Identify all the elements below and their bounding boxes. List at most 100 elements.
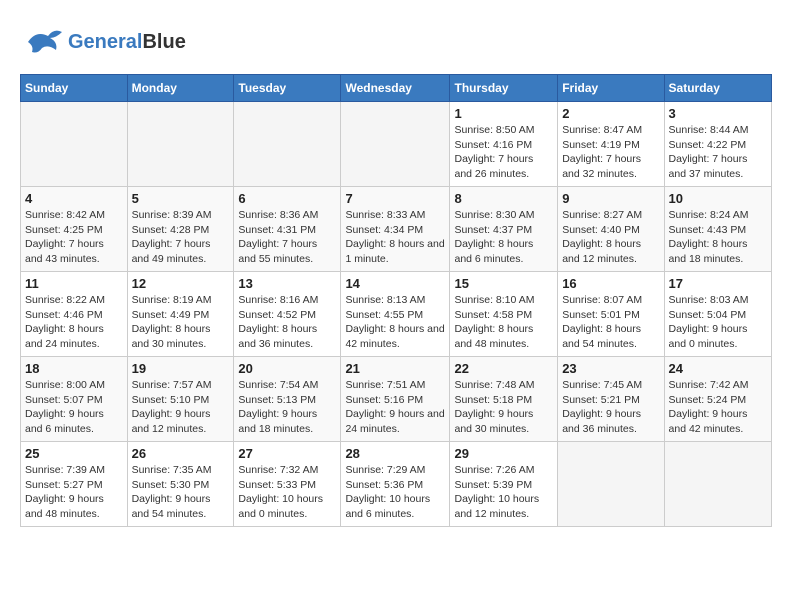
day-number: 5 [132,191,230,206]
day-info: Sunrise: 8:19 AMSunset: 4:49 PMDaylight:… [132,293,230,352]
calendar-cell: 4 Sunrise: 8:42 AMSunset: 4:25 PMDaylight… [21,187,128,272]
day-info: Sunrise: 7:45 AMSunset: 5:21 PMDaylight:… [562,378,659,437]
day-info: Sunrise: 7:39 AMSunset: 5:27 PMDaylight:… [25,463,123,522]
day-info: Sunrise: 7:42 AMSunset: 5:24 PMDaylight:… [669,378,767,437]
calendar-week-3: 11 Sunrise: 8:22 AMSunset: 4:46 PMDayligh… [21,272,772,357]
day-number: 10 [669,191,767,206]
logo-text-block: GeneralBlue [68,31,186,53]
day-number: 14 [345,276,445,291]
day-number: 24 [669,361,767,376]
day-number: 7 [345,191,445,206]
calendar-cell: 1Sunrise: 8:50 AMSunset: 4:16 PMDaylight… [450,102,558,187]
day-info: Sunrise: 8:30 AMSunset: 4:37 PMDaylight:… [454,208,553,267]
day-number: 4 [25,191,123,206]
weekday-header-monday: Monday [127,75,234,102]
calendar-cell: 24 Sunrise: 7:42 AMSunset: 5:24 PMDayligh… [664,357,771,442]
day-number: 26 [132,446,230,461]
calendar-table: SundayMondayTuesdayWednesdayThursdayFrid… [20,74,772,527]
calendar-week-4: 18 Sunrise: 8:00 AMSunset: 5:07 PMDayligh… [21,357,772,442]
weekday-header-sunday: Sunday [21,75,128,102]
day-info: Sunrise: 7:51 AMSunset: 5:16 PMDaylight:… [345,378,445,437]
logo-general: GeneralBlue [68,31,186,53]
day-number: 8 [454,191,553,206]
weekday-header-thursday: Thursday [450,75,558,102]
day-info: Sunrise: 8:44 AMSunset: 4:22 PMDaylight:… [669,123,767,182]
day-info: Sunrise: 8:13 AMSunset: 4:55 PMDaylight:… [345,293,445,352]
calendar-cell: 19Sunrise: 7:57 AMSunset: 5:10 PMDayligh… [127,357,234,442]
day-number: 28 [345,446,445,461]
day-number: 11 [25,276,123,291]
calendar-cell: 26 Sunrise: 7:35 AMSunset: 5:30 PMDayligh… [127,442,234,527]
day-info: Sunrise: 7:54 AMSunset: 5:13 PMDaylight:… [238,378,336,437]
weekday-header-saturday: Saturday [664,75,771,102]
day-number: 13 [238,276,336,291]
day-info: Sunrise: 8:50 AMSunset: 4:16 PMDaylight:… [454,123,553,182]
calendar-cell: 15 Sunrise: 8:10 AMSunset: 4:58 PMDayligh… [450,272,558,357]
day-info: Sunrise: 8:07 AMSunset: 5:01 PMDaylight:… [562,293,659,352]
calendar-cell: 18 Sunrise: 8:00 AMSunset: 5:07 PMDayligh… [21,357,128,442]
day-info: Sunrise: 8:10 AMSunset: 4:58 PMDaylight:… [454,293,553,352]
day-info: Sunrise: 7:35 AMSunset: 5:30 PMDaylight:… [132,463,230,522]
weekday-header-tuesday: Tuesday [234,75,341,102]
day-number: 23 [562,361,659,376]
page-header: GeneralBlue [20,20,772,64]
day-info: Sunrise: 8:39 AMSunset: 4:28 PMDaylight:… [132,208,230,267]
day-number: 22 [454,361,553,376]
calendar-cell: 17 Sunrise: 8:03 AMSunset: 5:04 PMDayligh… [664,272,771,357]
calendar-cell [234,102,341,187]
day-info: Sunrise: 7:29 AMSunset: 5:36 PMDaylight:… [345,463,445,522]
calendar-week-2: 4 Sunrise: 8:42 AMSunset: 4:25 PMDaylight… [21,187,772,272]
day-number: 17 [669,276,767,291]
calendar-cell: 29 Sunrise: 7:26 AMSunset: 5:39 PMDayligh… [450,442,558,527]
day-number: 6 [238,191,336,206]
weekday-header-wednesday: Wednesday [341,75,450,102]
calendar-cell: 7 Sunrise: 8:33 AMSunset: 4:34 PMDaylight… [341,187,450,272]
day-number: 25 [25,446,123,461]
day-info: Sunrise: 7:57 AMSunset: 5:10 PMDaylight:… [132,378,230,437]
day-number: 12 [132,276,230,291]
day-info: Sunrise: 8:16 AMSunset: 4:52 PMDaylight:… [238,293,336,352]
day-number: 29 [454,446,553,461]
day-number: 20 [238,361,336,376]
day-number: 27 [238,446,336,461]
day-number: 16 [562,276,659,291]
calendar-cell: 10Sunrise: 8:24 AMSunset: 4:43 PMDayligh… [664,187,771,272]
day-info: Sunrise: 8:00 AMSunset: 5:07 PMDaylight:… [25,378,123,437]
day-info: Sunrise: 8:22 AMSunset: 4:46 PMDaylight:… [25,293,123,352]
calendar-week-5: 25 Sunrise: 7:39 AMSunset: 5:27 PMDayligh… [21,442,772,527]
calendar-cell: 6 Sunrise: 8:36 AMSunset: 4:31 PMDaylight… [234,187,341,272]
day-info: Sunrise: 8:03 AMSunset: 5:04 PMDaylight:… [669,293,767,352]
calendar-cell: 20 Sunrise: 7:54 AMSunset: 5:13 PMDayligh… [234,357,341,442]
day-number: 2 [562,106,659,121]
day-info: Sunrise: 7:48 AMSunset: 5:18 PMDaylight:… [454,378,553,437]
day-info: Sunrise: 8:42 AMSunset: 4:25 PMDaylight:… [25,208,123,267]
calendar-cell: 23 Sunrise: 7:45 AMSunset: 5:21 PMDayligh… [558,357,664,442]
day-number: 9 [562,191,659,206]
logo: GeneralBlue [20,20,186,64]
day-info: Sunrise: 8:47 AMSunset: 4:19 PMDaylight:… [562,123,659,182]
logo-icon [20,20,64,64]
calendar-cell: 12 Sunrise: 8:19 AMSunset: 4:49 PMDayligh… [127,272,234,357]
calendar-cell [341,102,450,187]
calendar-cell [558,442,664,527]
day-info: Sunrise: 7:32 AMSunset: 5:33 PMDaylight:… [238,463,336,522]
calendar-cell: 11 Sunrise: 8:22 AMSunset: 4:46 PMDayligh… [21,272,128,357]
day-number: 15 [454,276,553,291]
day-info: Sunrise: 8:33 AMSunset: 4:34 PMDaylight:… [345,208,445,267]
day-number: 18 [25,361,123,376]
day-info: Sunrise: 7:26 AMSunset: 5:39 PMDaylight:… [454,463,553,522]
weekday-header-friday: Friday [558,75,664,102]
day-info: Sunrise: 8:27 AMSunset: 4:40 PMDaylight:… [562,208,659,267]
calendar-cell [127,102,234,187]
calendar-week-1: 1Sunrise: 8:50 AMSunset: 4:16 PMDaylight… [21,102,772,187]
calendar-cell [21,102,128,187]
calendar-cell: 3Sunrise: 8:44 AMSunset: 4:22 PMDaylight… [664,102,771,187]
calendar-cell: 2 Sunrise: 8:47 AMSunset: 4:19 PMDaylight… [558,102,664,187]
calendar-cell: 25 Sunrise: 7:39 AMSunset: 5:27 PMDayligh… [21,442,128,527]
calendar-cell: 14 Sunrise: 8:13 AMSunset: 4:55 PMDayligh… [341,272,450,357]
calendar-cell: 13 Sunrise: 8:16 AMSunset: 4:52 PMDayligh… [234,272,341,357]
day-number: 21 [345,361,445,376]
day-info: Sunrise: 8:36 AMSunset: 4:31 PMDaylight:… [238,208,336,267]
calendar-cell: 16 Sunrise: 8:07 AMSunset: 5:01 PMDayligh… [558,272,664,357]
calendar-cell: 21 Sunrise: 7:51 AMSunset: 5:16 PMDayligh… [341,357,450,442]
